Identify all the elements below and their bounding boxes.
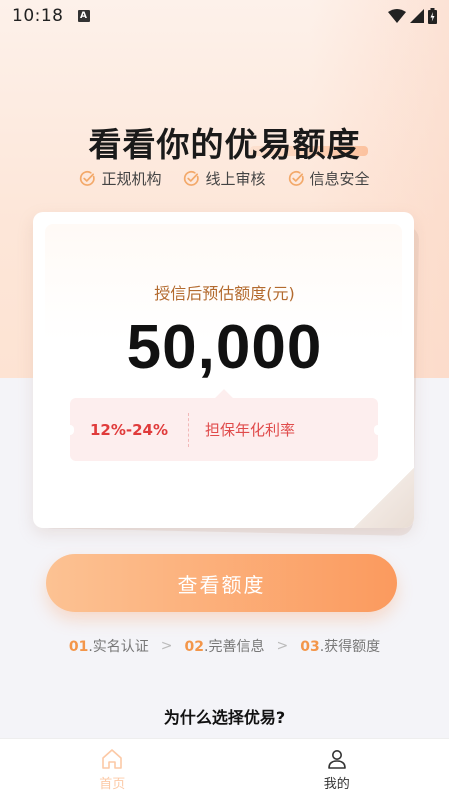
user-icon — [327, 750, 346, 769]
step-item: 03.获得额度 — [300, 639, 381, 655]
rate-label: 担保年化利率 — [205, 421, 296, 439]
feature-item: 正规机构 — [79, 168, 161, 189]
feature-label: 线上审核 — [205, 170, 266, 188]
home-icon — [102, 749, 123, 769]
step-separator: > — [276, 638, 289, 654]
status-icons — [388, 8, 437, 24]
feature-list: 正规机构 线上审核 信息安全 — [0, 168, 449, 189]
step-item: 01.实名认证 — [68, 639, 149, 655]
rate-box-notch-right — [374, 425, 382, 435]
bottom-tab-bar: 首页 我的 — [0, 738, 449, 800]
page-title: 看看你的优易额度 — [88, 125, 361, 164]
credit-amount: 50,000 — [126, 313, 323, 382]
credit-label: 授信后预估额度(元) — [154, 284, 295, 303]
step-item: 02.完善信息 — [184, 639, 265, 655]
feature-item: 信息安全 — [288, 168, 370, 189]
rate-value: 12%-24% — [89, 420, 169, 439]
battery-icon — [428, 8, 437, 24]
notification-a-icon: A — [77, 10, 90, 22]
status-bar: 10:18 A — [0, 0, 449, 32]
check-circle-icon — [80, 170, 96, 186]
check-circle-icon — [288, 170, 304, 186]
status-time: 10:18 — [12, 6, 64, 26]
rate-box-notch-left — [66, 425, 74, 435]
step-separator: > — [160, 638, 173, 654]
view-credit-button[interactable]: 查看额度 — [46, 554, 397, 612]
wifi-icon — [388, 9, 406, 23]
why-choose-title: 为什么选择优易? — [163, 708, 286, 727]
feature-label: 信息安全 — [309, 170, 370, 188]
cell-signal-icon — [410, 9, 424, 23]
check-circle-icon — [184, 170, 200, 186]
process-steps: 01.实名认证 > 02.完善信息 > 03.获得额度 — [0, 636, 449, 656]
feature-label: 正规机构 — [101, 170, 162, 188]
tab-home-label: 首页 — [99, 777, 126, 792]
feature-item: 线上审核 — [183, 168, 266, 189]
rate-box: 12%-24% 担保年化利率 — [70, 398, 378, 461]
tab-me[interactable]: 我的 — [225, 739, 449, 800]
tab-home[interactable]: 首页 — [0, 739, 225, 800]
tab-me-label: 我的 — [323, 777, 350, 792]
